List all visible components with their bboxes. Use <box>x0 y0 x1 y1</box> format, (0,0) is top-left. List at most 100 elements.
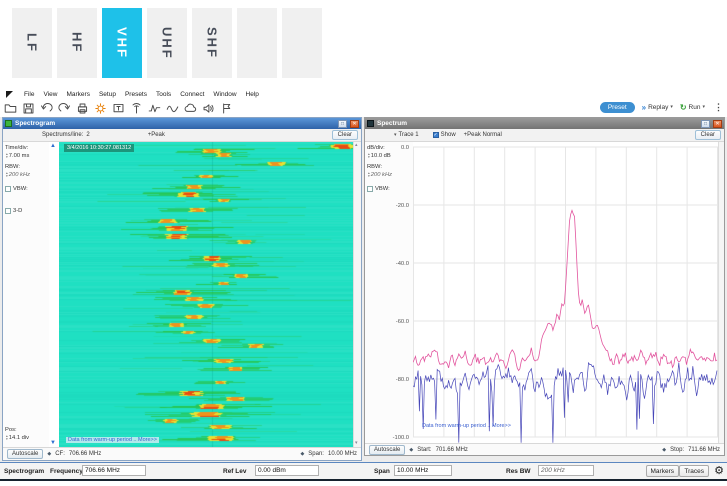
warmup-notice[interactable]: Data from warm-up period .. More>> <box>66 437 159 443</box>
trace-normal-icon <box>148 102 161 115</box>
ref-lev-input[interactable] <box>255 465 319 476</box>
restore-button[interactable]: □ <box>338 120 347 128</box>
rbw-control[interactable]: ▴▾ 200 kHz <box>6 172 47 178</box>
band-tab-shf[interactable]: SHF <box>192 8 232 78</box>
display-icon-button[interactable] <box>111 101 126 116</box>
antenna-icon-button[interactable] <box>129 101 144 116</box>
close-button[interactable]: ✕ <box>713 120 722 128</box>
spectrum-header: ▾ Trace 1 ✓ Show +Peak Normal Clear <box>365 129 724 142</box>
menu-connect[interactable]: Connect <box>180 91 204 98</box>
trace-normal-icon-button[interactable] <box>147 101 162 116</box>
trace-mode-label[interactable]: +Peak <box>148 132 165 138</box>
vbw-checkbox[interactable] <box>367 186 373 192</box>
settings-gear-icon[interactable]: ⚙ <box>714 464 724 477</box>
autoscale-button[interactable]: Autoscale <box>7 449 43 459</box>
more-menu-button[interactable]: ⋮ <box>714 102 723 113</box>
spinner-icon[interactable]: ▴▾ <box>368 172 370 178</box>
db-div-value[interactable]: 10.0 dB <box>371 153 391 159</box>
restore-button[interactable]: □ <box>701 120 710 128</box>
db-div-control[interactable]: ▴▾ 10.0 dB <box>368 153 411 159</box>
spectrogram-canvas[interactable] <box>59 142 353 447</box>
spectrogram-header: Spectrums/line: 2 +Peak Clear <box>3 129 361 142</box>
band-tab-uhf[interactable]: UHF <box>147 8 187 78</box>
trace-average-icon-button[interactable] <box>165 101 180 116</box>
menu-view[interactable]: View <box>43 91 57 98</box>
show-checkbox[interactable]: ✓ <box>433 132 439 138</box>
spectrum-titlebar[interactable]: Spectrum □ ✕ <box>365 118 724 129</box>
undo-icon-button[interactable] <box>39 101 54 116</box>
scroll-down-icon[interactable]: ▾ <box>355 441 358 446</box>
markers-button[interactable]: Markers <box>646 465 679 477</box>
spectrogram-scrollbar[interactable]: ▴ ▾ <box>353 142 361 447</box>
rbw-value[interactable]: 200 kHz <box>371 172 392 178</box>
pos-control[interactable]: ▴▾ 14.1 div <box>6 435 47 441</box>
spectrum-plot[interactable]: Data from warm-up period .. More>> <box>413 142 718 443</box>
marker-diamond-icon: ◆ <box>662 447 666 453</box>
marker-diamond-icon: ◆ <box>300 451 304 457</box>
threed-checkbox[interactable] <box>5 208 11 214</box>
traces-button[interactable]: Traces <box>679 465 709 477</box>
time-div-label: Time/div: <box>5 145 47 151</box>
spinner-icon[interactable]: ▴▾ <box>6 172 8 178</box>
selected-display-label[interactable]: Spectrogram <box>4 468 44 475</box>
warmup-notice[interactable]: Data from warm-up period .. More>> <box>420 423 513 429</box>
band-tab-vhf[interactable]: VHF <box>102 8 142 78</box>
band-tab-empty[interactable] <box>282 8 322 78</box>
save-icon-button[interactable] <box>21 101 36 116</box>
cf-value[interactable]: 706.66 MHz <box>69 451 101 457</box>
menu-help[interactable]: Help <box>246 91 259 98</box>
vbw-checkbox[interactable] <box>5 186 11 192</box>
spectrum-plot-svg[interactable] <box>413 142 718 443</box>
time-div-control[interactable]: ▴▾ 7.00 ms <box>6 153 47 159</box>
redo-icon-button[interactable] <box>57 101 72 116</box>
res-bw-input[interactable] <box>538 465 594 476</box>
trace-selector[interactable]: Trace 1 <box>399 132 419 138</box>
stop-value[interactable]: 711.66 MHz <box>688 447 720 453</box>
time-div-value[interactable]: 7.00 ms <box>9 153 30 159</box>
audio-icon-button[interactable] <box>201 101 216 116</box>
spinner-icon[interactable]: ▴▾ <box>368 153 370 159</box>
print-icon-button[interactable] <box>75 101 90 116</box>
menu-file[interactable]: File <box>24 91 34 98</box>
clear-button[interactable]: Clear <box>332 130 358 140</box>
rbw-control[interactable]: ▴▾ 200 kHz <box>368 172 411 178</box>
settings-gear-icon-button[interactable] <box>93 101 108 116</box>
clear-button[interactable]: Clear <box>695 130 721 140</box>
open-icon-button[interactable] <box>3 101 18 116</box>
band-tab-lf[interactable]: LF <box>12 8 52 78</box>
close-button[interactable]: ✕ <box>350 120 359 128</box>
marker-flag-icon <box>220 102 233 115</box>
spectrums-per-line-value[interactable]: 2 <box>86 132 89 138</box>
menu-window[interactable]: Window <box>213 91 236 98</box>
menu-presets[interactable]: Presets <box>125 91 147 98</box>
trace-mode-label[interactable]: +Peak Normal <box>464 132 502 138</box>
menu-setup[interactable]: Setup <box>99 91 116 98</box>
spinner-icon[interactable]: ▴▾ <box>6 153 8 159</box>
marker-flag-icon-button[interactable] <box>219 101 234 116</box>
frequency-input[interactable] <box>82 465 146 476</box>
menu-markers[interactable]: Markers <box>66 91 89 98</box>
menu-tools[interactable]: Tools <box>156 91 171 98</box>
spectrum-scrollbar[interactable] <box>718 142 724 443</box>
acquisition-controls: Preset » Replay ▾ ↻ Run ▾ ⋮ <box>600 99 723 115</box>
band-tab-label: SHF <box>205 27 220 59</box>
span-value[interactable]: 10.00 MHz <box>328 451 357 457</box>
scroll-down-icon[interactable]: ▼ <box>50 440 56 446</box>
start-value[interactable]: 701.66 MHz <box>436 447 468 453</box>
band-tab-hf[interactable]: HF <box>57 8 97 78</box>
spinner-icon[interactable]: ▴▾ <box>6 435 8 441</box>
rbw-value[interactable]: 200 kHz <box>9 172 30 178</box>
spectrogram-plot[interactable]: 3/4/2016 10:30:27.081312 Data from warm-… <box>59 142 353 447</box>
preset-button[interactable]: Preset <box>600 102 635 113</box>
open-icon <box>4 102 17 115</box>
scroll-up-icon[interactable]: ▴ <box>355 143 358 148</box>
scroll-up-icon[interactable]: ▲ <box>50 143 56 149</box>
autoscale-button[interactable]: Autoscale <box>369 445 405 455</box>
replay-button[interactable]: » Replay ▾ <box>642 103 673 112</box>
cloud-icon-button[interactable] <box>183 101 198 116</box>
span-input[interactable] <box>394 465 452 476</box>
spectrogram-titlebar[interactable]: Spectrogram □ ✕ <box>3 118 361 129</box>
band-tab-empty[interactable] <box>237 8 277 78</box>
run-button[interactable]: ↻ Run ▾ <box>680 103 705 112</box>
pos-value[interactable]: 14.1 div <box>9 435 29 441</box>
